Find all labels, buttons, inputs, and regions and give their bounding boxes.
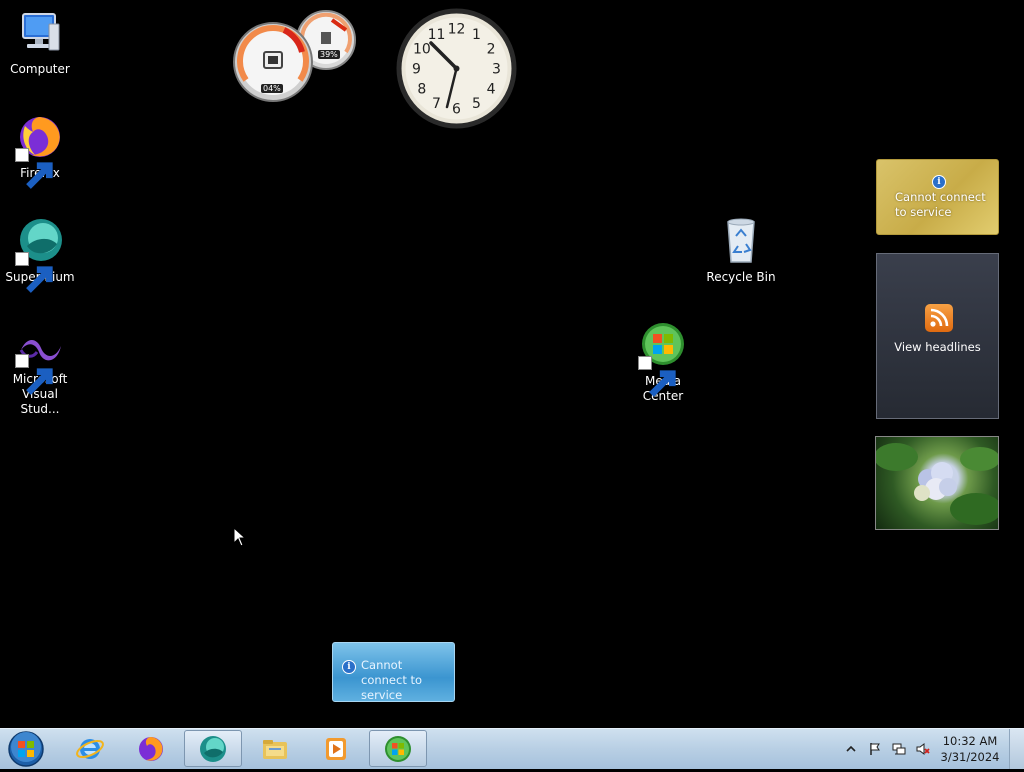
shortcut-arrow-icon bbox=[638, 356, 676, 397]
desktop-icon-computer[interactable]: Computer bbox=[0, 8, 80, 77]
desktop-icon-media-center[interactable]: Media Center bbox=[623, 320, 703, 404]
clock-numeral: 11 bbox=[428, 27, 446, 43]
memory-usage-readout: 39% bbox=[318, 50, 340, 59]
supermium-icon bbox=[15, 216, 65, 293]
cpu-meter-gadget[interactable]: 04% 39% bbox=[232, 8, 358, 104]
rss-icon bbox=[925, 304, 953, 332]
recycle-bin-icon bbox=[716, 216, 766, 266]
computer-icon bbox=[15, 8, 65, 58]
taskbar-file-explorer[interactable] bbox=[246, 730, 304, 767]
stocks-gadget[interactable]: i Cannot connect to service bbox=[332, 642, 455, 702]
shortcut-arrow-icon bbox=[15, 252, 53, 293]
media-player-icon bbox=[326, 737, 346, 760]
firefox-icon bbox=[139, 736, 163, 761]
desktop-icon-visual-studio[interactable]: Microsoft Visual Stud... bbox=[0, 328, 80, 417]
taskbar-firefox[interactable] bbox=[122, 730, 180, 767]
file-explorer-icon bbox=[263, 739, 287, 759]
windows-start-orb-icon bbox=[8, 731, 44, 767]
clock-numeral: 8 bbox=[417, 82, 426, 98]
desktop-icon-label: Recycle Bin bbox=[706, 270, 776, 284]
network-icon[interactable] bbox=[892, 742, 906, 756]
taskbar: 10:32 AM 3/31/2024 bbox=[0, 728, 1024, 769]
system-tray: 10:32 AM 3/31/2024 bbox=[844, 729, 1000, 769]
internet-explorer-icon bbox=[76, 738, 104, 759]
weather-gadget[interactable]: i Cannot connect to service bbox=[876, 159, 999, 235]
weather-status-message: Cannot connect to service bbox=[895, 190, 986, 219]
clock-numeral: 10 bbox=[413, 42, 431, 58]
desktop-icon-firefox[interactable]: Firefox bbox=[0, 112, 80, 189]
info-icon: i bbox=[342, 660, 356, 674]
taskbar-supermium[interactable] bbox=[184, 730, 242, 767]
start-button[interactable] bbox=[4, 730, 48, 768]
clock-face: 12 12 3 45678 9 1011 bbox=[396, 8, 517, 129]
clock-time: 10:32 AM bbox=[942, 734, 998, 748]
slideshow-gadget[interactable] bbox=[875, 436, 999, 530]
stocks-status-message: Cannot connect to service bbox=[361, 658, 423, 702]
supermium-icon bbox=[200, 735, 226, 762]
desktop-icon-supermium[interactable]: Supermium bbox=[0, 216, 80, 293]
info-icon: i bbox=[932, 175, 946, 189]
desktop-icon-label: Computer bbox=[10, 62, 70, 76]
taskbar-media-center[interactable] bbox=[369, 730, 427, 767]
clock-numeral: 3 bbox=[492, 62, 501, 78]
clock-gadget[interactable]: 12 1 2 3 4 5 6 7 8 9 10 11 bbox=[395, 7, 518, 130]
clock-numeral: 12 bbox=[448, 22, 466, 38]
firefox-icon bbox=[15, 112, 65, 189]
cpu-usage-readout: 04% bbox=[261, 84, 283, 93]
media-center-icon bbox=[385, 735, 411, 762]
clock-numeral: 5 bbox=[472, 96, 481, 112]
clock-numeral: 4 bbox=[487, 82, 496, 98]
taskbar-internet-explorer[interactable] bbox=[61, 730, 119, 767]
taskbar-clock[interactable]: 10:32 AM 3/31/2024 bbox=[940, 733, 1000, 765]
volume-muted-icon[interactable] bbox=[916, 742, 930, 756]
clock-date: 3/31/2024 bbox=[940, 750, 1000, 764]
media-center-icon bbox=[638, 320, 688, 397]
visual-studio-icon bbox=[15, 328, 65, 395]
action-center-flag-icon[interactable] bbox=[868, 742, 882, 756]
shortcut-arrow-icon bbox=[15, 148, 53, 189]
mouse-cursor-icon bbox=[233, 527, 247, 547]
show-hidden-icons-chevron-icon[interactable] bbox=[844, 742, 858, 756]
show-desktop-button[interactable] bbox=[1009, 729, 1024, 769]
clock-numeral: 1 bbox=[472, 27, 481, 43]
clock-numeral: 6 bbox=[452, 102, 461, 118]
clock-numeral: 7 bbox=[432, 96, 441, 112]
view-headlines-link[interactable]: View headlines bbox=[877, 340, 998, 354]
feed-headlines-gadget[interactable]: View headlines bbox=[876, 253, 999, 419]
desktop-icon-recycle-bin[interactable]: Recycle Bin bbox=[701, 216, 781, 285]
taskbar-media-player[interactable] bbox=[307, 730, 365, 767]
clock-numeral: 2 bbox=[487, 42, 496, 58]
clock-numeral: 9 bbox=[412, 62, 421, 78]
shortcut-arrow-icon bbox=[15, 354, 53, 395]
hydrangea-photo bbox=[876, 443, 998, 525]
